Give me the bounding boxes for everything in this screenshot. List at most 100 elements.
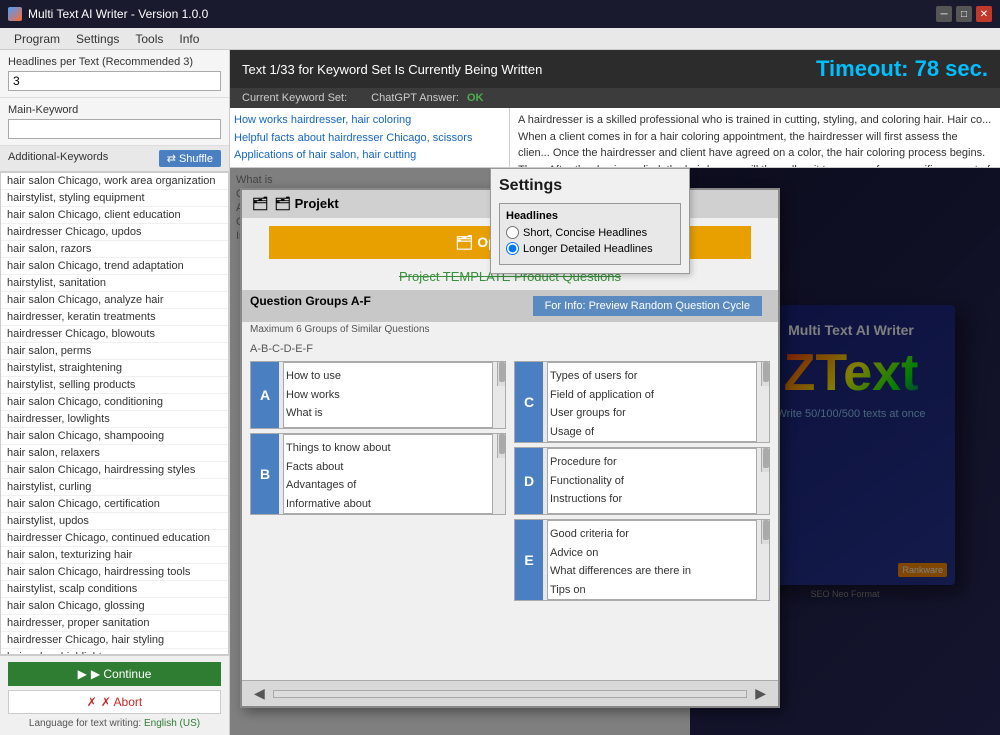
minimize-button[interactable]: ─ — [936, 6, 952, 22]
keyword-item[interactable]: hairdresser Chicago, updos — [1, 224, 228, 241]
keyword-item[interactable]: hairstylist, updos — [1, 513, 228, 530]
menu-settings[interactable]: Settings — [68, 30, 127, 48]
headlines-settings-title: Headlines — [506, 210, 674, 222]
settings-panel: Settings Headlines Short, Concise Headli… — [490, 168, 690, 274]
group-question: Facts about — [286, 458, 490, 477]
shuffle-button[interactable]: ⇄ Shuffle — [159, 150, 221, 167]
maximize-button[interactable]: □ — [956, 6, 972, 22]
question-groups-sub: Maximum 6 Groups of Similar Questions — [242, 322, 778, 337]
headlines-input[interactable] — [8, 71, 221, 91]
headlines-label: Headlines per Text (Recommended 3) — [8, 56, 221, 68]
keyword-item[interactable]: hair salon Chicago, client education — [1, 207, 228, 224]
modal-overlay: 🗂 🗂 Projekt 🗂 Open Project Project TEMPL… — [230, 168, 1000, 735]
main-content: Headlines per Text (Recommended 3) Main-… — [0, 50, 1000, 735]
keyword-item[interactable]: hairstylist, scalp conditions — [1, 581, 228, 598]
group-item-a[interactable]: AHow to useHow worksWhat is — [250, 361, 506, 429]
radio-short[interactable]: Short, Concise Headlines — [506, 226, 674, 239]
keyword-item[interactable]: hair salon Chicago, shampooing — [1, 428, 228, 445]
group-question: Good criteria for — [550, 525, 754, 544]
keywords-list: hair salon Chicago, work area organizati… — [0, 172, 229, 655]
keyword-link[interactable]: Applications of hair salon, hair cutting — [234, 147, 505, 165]
menu-program[interactable]: Program — [6, 30, 68, 48]
keyword-item[interactable]: hair salon Chicago, glossing — [1, 598, 228, 615]
group-item-b[interactable]: BThings to know aboutFacts aboutAdvantag… — [250, 433, 506, 515]
group-questions-e: Good criteria forAdvice onWhat differenc… — [547, 520, 757, 600]
keyword-link[interactable]: Helpful facts about hairdresser Chicago,… — [234, 130, 505, 148]
keyword-item[interactable]: hairdresser Chicago, hair styling — [1, 632, 228, 649]
group-question: Field of application of — [550, 386, 754, 405]
group-item-c[interactable]: CTypes of users forField of application … — [514, 361, 770, 443]
headlines-section: Headlines per Text (Recommended 3) — [0, 50, 229, 98]
radio-long-input[interactable] — [506, 242, 519, 255]
modal-nav-row: ◀ ▶ — [242, 680, 778, 706]
group-letter-b: B — [251, 434, 279, 514]
nav-left[interactable]: ◀ — [250, 683, 269, 704]
keyword-item[interactable]: hair salon Chicago, trend adaptation — [1, 258, 228, 275]
modal-title: 🗂 Projekt — [275, 196, 339, 212]
continue-button[interactable]: ▶ ▶ Continue — [8, 662, 221, 686]
left-sidebar: Headlines per Text (Recommended 3) Main-… — [0, 50, 230, 735]
keyword-item[interactable]: hair salon Chicago, conditioning — [1, 394, 228, 411]
menu-info[interactable]: Info — [171, 30, 207, 48]
keyword-item[interactable]: hairdresser Chicago, blowouts — [1, 326, 228, 343]
app-title: Multi Text AI Writer - Version 1.0.0 — [28, 7, 208, 21]
sub-content: What isOnceAfterOnceIn a A-B-C-D-E-F A1 … — [230, 168, 1000, 735]
close-button[interactable]: ✕ — [976, 6, 992, 22]
menu-bar: Program Settings Tools Info — [0, 28, 1000, 50]
group-question: Advice on — [550, 544, 754, 563]
settings-title: Settings — [499, 177, 681, 195]
keyword-item[interactable]: hair salon Chicago, analyze hair — [1, 292, 228, 309]
keyword-item[interactable]: hair salon, texturizing hair — [1, 547, 228, 564]
keyword-item[interactable]: hair salon Chicago, work area organizati… — [1, 173, 228, 190]
language-label: Language for text writing: English (US) — [8, 718, 221, 729]
keyword-item[interactable]: hairstylist, curling — [1, 479, 228, 496]
keyword-item[interactable]: hair salon, relaxers — [1, 445, 228, 462]
question-groups-title: Question Groups A-F — [250, 294, 371, 308]
keyword-item[interactable]: hairstylist, styling equipment — [1, 190, 228, 207]
keyword-item[interactable]: hairdresser, lowlights — [1, 411, 228, 428]
group-question: Functionality of — [550, 472, 754, 491]
modal-folder-icon: 🗂 — [252, 196, 269, 212]
headlines-settings-group: Headlines Short, Concise Headlines Longe… — [499, 203, 681, 265]
window-controls[interactable]: ─ □ ✕ — [936, 6, 992, 22]
abcd-label: A-B-C-D-E-F — [250, 343, 313, 355]
info-button[interactable]: For Info: Preview Random Question Cycle — [533, 296, 762, 316]
keyword-item[interactable]: hair salon, perms — [1, 343, 228, 360]
keyword-item[interactable]: hairstylist, selling products — [1, 377, 228, 394]
keyword-item[interactable]: hairdresser Chicago, continued education — [1, 530, 228, 547]
group-question: Usage of — [550, 423, 754, 442]
top-bar: Text 1/33 for Keyword Set Is Currently B… — [230, 50, 1000, 88]
menu-tools[interactable]: Tools — [127, 30, 171, 48]
group-question: What differences are there in — [550, 562, 754, 581]
group-questions-d: Procedure forFunctionality ofInstruction… — [547, 448, 757, 514]
keyword-item[interactable]: hairstylist, sanitation — [1, 275, 228, 292]
shuffle-icon: ⇄ — [167, 152, 176, 165]
radio-long[interactable]: Longer Detailed Headlines — [506, 242, 674, 255]
keyword-content: How works hairdresser, hair coloringHelp… — [230, 108, 1000, 168]
group-questions-c: Types of users forField of application o… — [547, 362, 757, 442]
keyword-item[interactable]: hair salon Chicago, hairdressing styles — [1, 462, 228, 479]
nav-right[interactable]: ▶ — [751, 683, 770, 704]
groups-container: AHow to useHow worksWhat isBThings to kn… — [242, 357, 778, 680]
group-item-e[interactable]: EGood criteria forAdvice onWhat differen… — [514, 519, 770, 601]
app-icon — [8, 7, 22, 21]
timeout-display: Timeout: 78 sec. — [816, 56, 988, 82]
keyword-link[interactable]: How works hairdresser, hair coloring — [234, 112, 505, 130]
keyword-list-panel: How works hairdresser, hair coloringHelp… — [230, 108, 510, 167]
main-keyword-input[interactable] — [8, 119, 221, 139]
keyword-item[interactable]: hair salon Chicago, hairdressing tools — [1, 564, 228, 581]
keyword-item[interactable]: hair salon, razors — [1, 241, 228, 258]
chatgpt-status: OK — [467, 92, 484, 104]
radio-short-input[interactable] — [506, 226, 519, 239]
abort-button[interactable]: ✗ ✗ Abort — [8, 690, 221, 714]
keyword-item[interactable]: hairdresser, proper sanitation — [1, 615, 228, 632]
right-area: Text 1/33 for Keyword Set Is Currently B… — [230, 50, 1000, 735]
main-keyword-section: Main-Keyword — [0, 98, 229, 146]
continue-icon: ▶ — [78, 667, 87, 681]
keyword-item[interactable]: hairstylist, straightening — [1, 360, 228, 377]
keyword-item[interactable]: hairdresser, keratin treatments — [1, 309, 228, 326]
group-column-right: CTypes of users forField of application … — [514, 361, 770, 676]
group-item-d[interactable]: DProcedure forFunctionality ofInstructio… — [514, 447, 770, 515]
abort-icon: ✗ — [87, 695, 97, 709]
keyword-item[interactable]: hair salon Chicago, certification — [1, 496, 228, 513]
